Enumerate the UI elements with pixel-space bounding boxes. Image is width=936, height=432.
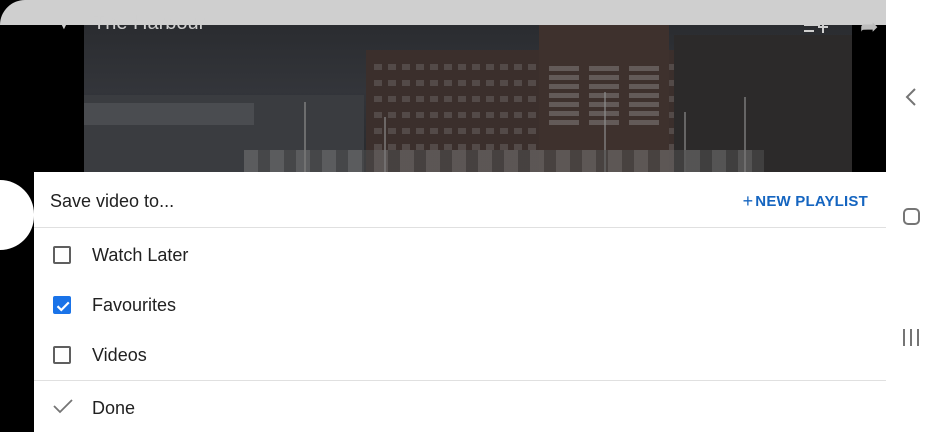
new-playlist-label: NEW PLAYLIST bbox=[755, 193, 868, 210]
playlist-item-watch-later[interactable]: Watch Later bbox=[34, 230, 886, 280]
home-square-icon[interactable] bbox=[903, 208, 920, 225]
video-title: The Harbour bbox=[93, 12, 206, 34]
playlist-item-videos[interactable]: Videos bbox=[34, 330, 886, 380]
playlist-label: Videos bbox=[92, 345, 147, 365]
add-to-queue-icon[interactable] bbox=[804, 18, 828, 36]
playlist-label: Favourites bbox=[92, 295, 177, 315]
check-icon bbox=[53, 399, 73, 414]
system-navigation-bar bbox=[886, 0, 936, 432]
screen: ▼ The Harbour ➦ Save video to... + NEW PL… bbox=[0, 0, 936, 432]
chevron-left-icon[interactable] bbox=[904, 86, 918, 108]
screen-notch bbox=[0, 180, 34, 250]
share-icon[interactable]: ➦ bbox=[860, 14, 878, 40]
checkbox-favourites[interactable] bbox=[53, 296, 71, 314]
done-button[interactable]: Done bbox=[34, 380, 886, 432]
done-label: Done bbox=[92, 398, 136, 418]
save-to-playlist-sheet: Save video to... + NEW PLAYLIST Watch Lat… bbox=[34, 172, 886, 432]
new-playlist-button[interactable]: + NEW PLAYLIST bbox=[743, 191, 868, 212]
checkmark-icon bbox=[56, 301, 70, 312]
video-player[interactable] bbox=[84, 25, 852, 172]
sheet-title: Save video to... bbox=[50, 191, 175, 211]
recents-icon[interactable] bbox=[903, 329, 921, 347]
video-frame-boats bbox=[244, 150, 764, 172]
checkbox-watch-later[interactable] bbox=[53, 246, 71, 264]
playlist-label: Watch Later bbox=[92, 245, 189, 265]
sheet-header: Save video to... + NEW PLAYLIST bbox=[34, 172, 886, 228]
checkbox-videos[interactable] bbox=[53, 346, 71, 364]
plus-icon: + bbox=[742, 191, 754, 211]
playlist-item-favourites[interactable]: Favourites bbox=[34, 280, 886, 330]
chevron-down-icon[interactable]: ▼ bbox=[57, 16, 71, 32]
